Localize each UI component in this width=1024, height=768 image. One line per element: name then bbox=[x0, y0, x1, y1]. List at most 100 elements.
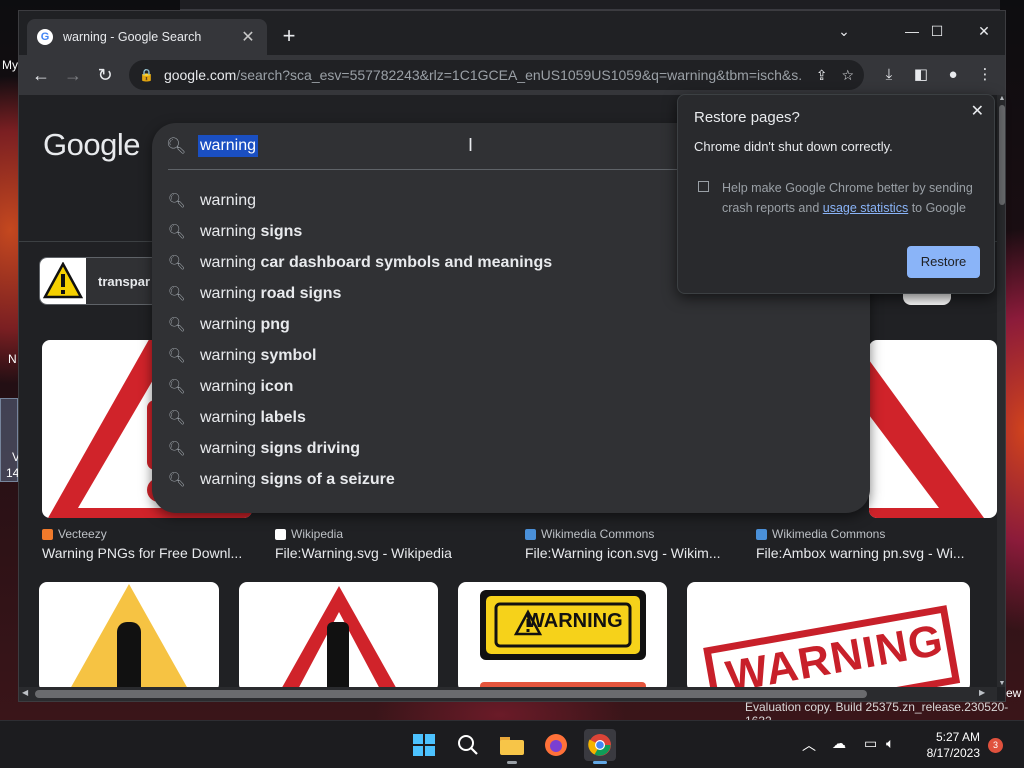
suggestion-text: warning car dashboard symbols and meanin… bbox=[200, 253, 553, 271]
onedrive-offline-icon[interactable]: ☁ bbox=[832, 735, 846, 752]
result-source-2[interactable]: Wikipedia bbox=[275, 527, 343, 541]
related-chip-transparent[interactable]: transpar bbox=[39, 257, 159, 305]
vertical-scroll-thumb[interactable] bbox=[999, 105, 1005, 205]
scroll-down-arrow-icon[interactable]: ▼ bbox=[997, 680, 1005, 687]
download-icon[interactable]: ⤓ bbox=[877, 63, 901, 87]
scroll-up-arrow-icon[interactable]: ▲ bbox=[997, 95, 1005, 102]
clock-time: 5:27 AM bbox=[935, 730, 980, 744]
show-hidden-icons-chevron-icon[interactable]: ︿ bbox=[802, 735, 816, 755]
chip-label: transpar bbox=[98, 273, 151, 289]
restore-dialog-close-icon[interactable]: ✕ bbox=[971, 101, 984, 121]
vertical-scrollbar[interactable]: ▲ ▼ bbox=[997, 95, 1005, 687]
tab-title: warning - Google Search bbox=[63, 30, 202, 44]
result-title-3[interactable]: File:Warning icon.svg - Wikim... bbox=[525, 545, 745, 561]
reload-button[interactable]: ↻ bbox=[93, 63, 117, 87]
file-explorer-icon[interactable] bbox=[496, 729, 528, 764]
suggestion-search-icon: 🔍︎ bbox=[168, 192, 186, 208]
usage-statistics-link[interactable]: usage statistics bbox=[823, 201, 908, 215]
windows-logo-icon bbox=[413, 734, 435, 756]
suggestion-search-icon: 🔍︎ bbox=[168, 254, 186, 270]
bookmark-star-icon[interactable]: ☆ bbox=[841, 67, 854, 84]
result-image-yellow-triangle[interactable] bbox=[39, 582, 219, 687]
yellow-warning-triangle-icon bbox=[71, 584, 187, 687]
scroll-right-arrow-icon[interactable]: ▶ bbox=[979, 688, 985, 697]
new-tab-button[interactable]: + bbox=[277, 25, 301, 47]
warning-triangle-icon bbox=[43, 262, 83, 299]
network-icon[interactable]: ▭ bbox=[864, 735, 877, 752]
suggestion-search-icon: 🔍︎ bbox=[168, 347, 186, 363]
suggestion-item[interactable]: 🔍︎ warning icon bbox=[152, 371, 870, 402]
taskbar-search-icon[interactable] bbox=[452, 729, 484, 761]
tab-search-dropdown-icon[interactable]: ⌄ bbox=[821, 17, 867, 45]
suggestion-item[interactable]: 🔍︎ warning labels bbox=[152, 402, 870, 433]
search-query-selected[interactable]: warning bbox=[198, 135, 259, 157]
text-cursor-icon: I bbox=[468, 135, 474, 155]
browser-toolbar: ← → ↻ 🔒 google.com/search?sca_esv=557782… bbox=[19, 55, 1005, 95]
system-clock[interactable]: 5:27 AM 8/17/2023 bbox=[910, 729, 980, 761]
crash-report-checkbox[interactable] bbox=[698, 181, 709, 192]
side-panel-icon[interactable]: ◧ bbox=[909, 63, 933, 87]
suggestion-text: warning signs of a seizure bbox=[200, 470, 395, 488]
suggestion-item[interactable]: 🔍︎ warning png bbox=[152, 309, 870, 340]
suggestion-text: warning signs driving bbox=[200, 439, 361, 457]
suggestion-text: warning icon bbox=[200, 377, 294, 395]
notification-badge[interactable]: 3 bbox=[988, 738, 1003, 753]
suggestion-text: warning bbox=[200, 191, 257, 209]
start-button[interactable] bbox=[408, 729, 440, 761]
share-icon[interactable]: ⇪ bbox=[816, 67, 828, 84]
clock-date: 8/17/2023 bbox=[926, 746, 980, 760]
google-logo[interactable]: Google bbox=[43, 127, 140, 163]
suggestion-item[interactable]: 🔍︎ warning signs driving bbox=[152, 433, 870, 464]
suggestion-search-icon: 🔍︎ bbox=[168, 316, 186, 332]
warning-sign-text: WARNING bbox=[526, 610, 623, 632]
tab-close-icon[interactable]: ✕ bbox=[239, 27, 257, 47]
menu-kebab-icon[interactable]: ⋮ bbox=[973, 63, 997, 87]
tab-strip: G warning - Google Search ✕ + ⌄ — ☐ ✕ bbox=[19, 11, 1005, 55]
suggestion-item[interactable]: 🔍︎ warning symbol bbox=[152, 340, 870, 371]
google-favicon-icon: G bbox=[37, 29, 53, 45]
suggestion-item[interactable]: 🔍︎ warning signs of a seizure bbox=[152, 464, 870, 495]
result-image-red-outline-triangle[interactable] bbox=[239, 582, 438, 687]
suggestion-text: warning labels bbox=[200, 408, 306, 426]
desktop-label-my: My bbox=[2, 58, 18, 72]
restore-pages-dialog: Restore pages? ✕ Chrome didn't shut down… bbox=[677, 94, 995, 294]
result-source-1[interactable]: Vecteezy bbox=[42, 527, 107, 541]
active-indicator bbox=[593, 761, 607, 764]
running-indicator bbox=[507, 761, 517, 764]
result-image-warning-stamp[interactable]: WARNING bbox=[687, 582, 970, 687]
suggestion-text: warning png bbox=[200, 315, 290, 333]
result-image-ambox[interactable] bbox=[869, 340, 997, 518]
horizontal-scrollbar[interactable]: ◀ ▶ bbox=[19, 687, 997, 701]
crash-report-label: Help make Google Chrome better by sendin… bbox=[722, 181, 973, 215]
back-button[interactable]: ← bbox=[29, 63, 53, 87]
scroll-left-arrow-icon[interactable]: ◀ bbox=[22, 688, 28, 697]
result-source-3[interactable]: Wikimedia Commons bbox=[525, 527, 654, 541]
suggestion-search-icon: 🔍︎ bbox=[168, 378, 186, 394]
yellow-warning-sign-icon bbox=[480, 590, 646, 687]
search-icon: 🔍︎ bbox=[166, 138, 187, 155]
result-title-2[interactable]: File:Warning.svg - Wikipedia bbox=[275, 545, 495, 561]
wikipedia-favicon-icon bbox=[275, 528, 286, 540]
volume-icon[interactable]: 🔈︎ bbox=[886, 735, 894, 752]
suggestion-search-icon: 🔍︎ bbox=[168, 223, 186, 239]
red-warning-outline-icon bbox=[869, 360, 984, 518]
profile-icon[interactable]: ● bbox=[941, 63, 965, 87]
result-source-4[interactable]: Wikimedia Commons bbox=[756, 527, 885, 541]
result-title-1[interactable]: Warning PNGs for Free Downl... bbox=[42, 545, 262, 561]
maximize-button[interactable]: ☐ bbox=[914, 17, 960, 45]
desktop-label-ew: ew bbox=[1006, 686, 1022, 700]
forward-button[interactable]: → bbox=[61, 63, 85, 87]
lock-icon[interactable]: 🔒 bbox=[139, 68, 154, 82]
firefox-icon[interactable] bbox=[540, 729, 572, 761]
address-bar[interactable]: 🔒 google.com/search?sca_esv=557782243&rl… bbox=[129, 60, 864, 90]
horizontal-scroll-thumb[interactable] bbox=[35, 690, 867, 698]
chrome-icon[interactable] bbox=[584, 729, 616, 764]
tab-google-search[interactable]: G warning - Google Search ✕ bbox=[27, 19, 267, 55]
restore-button[interactable]: Restore bbox=[907, 246, 980, 278]
url-text[interactable]: google.com/search?sca_esv=557782243&rlz=… bbox=[164, 67, 802, 83]
result-image-warning-sign[interactable]: WARNING bbox=[458, 582, 667, 687]
close-window-button[interactable]: ✕ bbox=[961, 17, 1005, 45]
result-title-4[interactable]: File:Ambox warning pn.svg - Wi... bbox=[756, 545, 971, 561]
suggestion-search-icon: 🔍︎ bbox=[168, 471, 186, 487]
vecteezy-favicon-icon bbox=[42, 528, 53, 540]
